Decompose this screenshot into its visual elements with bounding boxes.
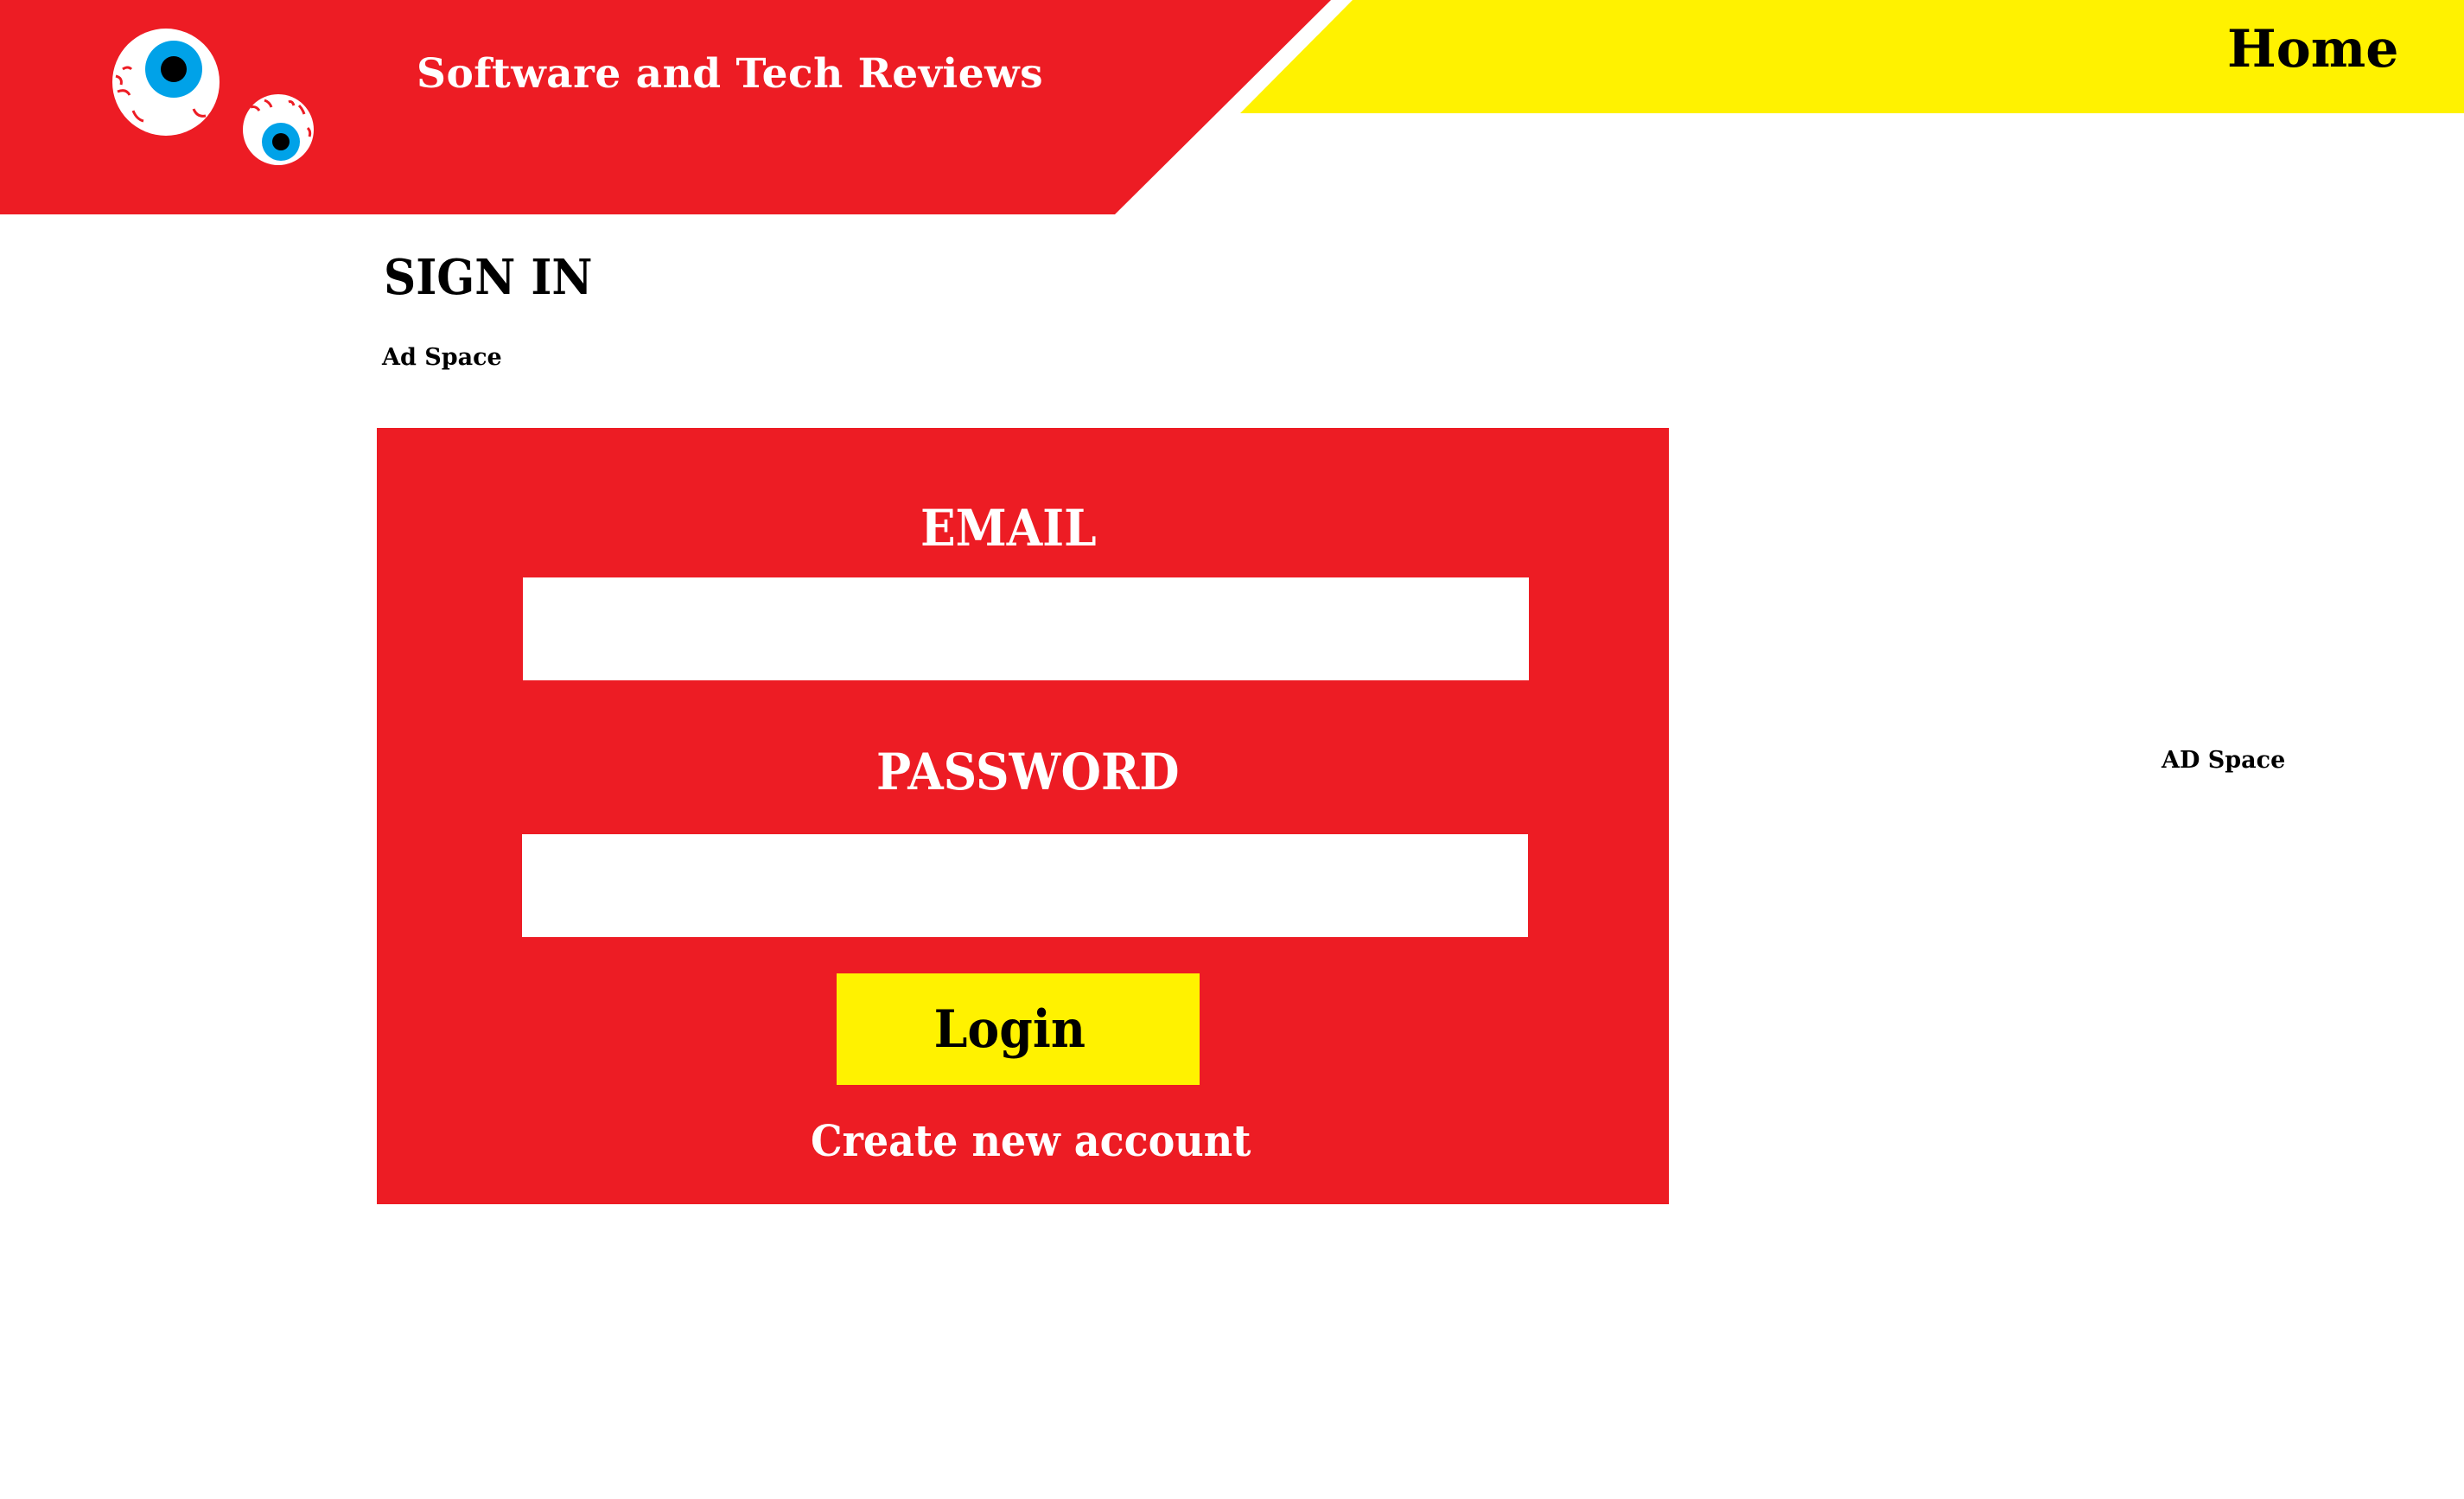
login-button[interactable]: Login: [837, 973, 1200, 1085]
create-account-link[interactable]: Create new account: [811, 1115, 1251, 1166]
ad-space-left: Ad Space: [382, 344, 502, 371]
ad-space-right: AD Space: [2162, 747, 2286, 774]
page: Software and Tech Reviews Home SIGN IN A…: [0, 0, 2464, 1499]
login-button-label: Login: [933, 998, 1086, 1060]
email-label: EMAIL: [920, 499, 1097, 558]
nav-home-link[interactable]: Home: [2227, 19, 2398, 80]
sign-in-panel: EMAIL PASSWORD Login Create new account: [377, 428, 1669, 1204]
password-field[interactable]: [522, 834, 1528, 937]
site-title: Software and Tech Reviews: [417, 50, 1044, 98]
eyeballs-logo-icon[interactable]: [107, 24, 323, 171]
page-title: SIGN IN: [384, 249, 593, 306]
password-label: PASSWORD: [876, 743, 1180, 801]
email-field[interactable]: [523, 577, 1529, 680]
